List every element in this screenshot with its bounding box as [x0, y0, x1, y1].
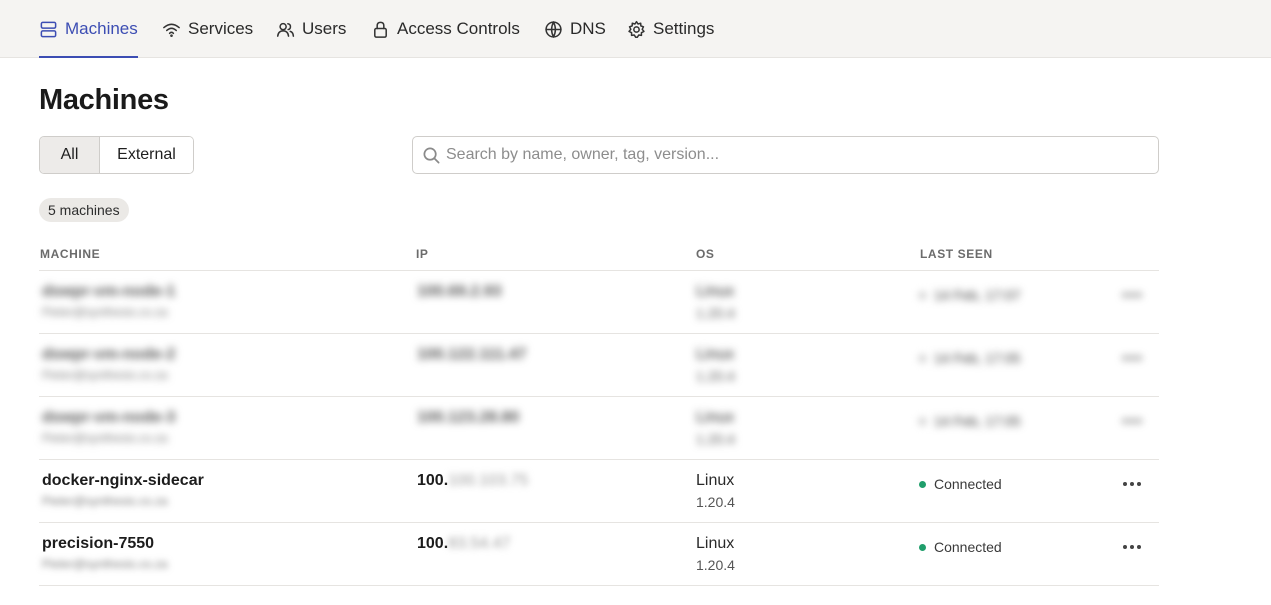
nav-tab-services[interactable]: Services — [162, 0, 253, 58]
table-row[interactable]: docker-nginx-sidecar Pieter@synthesis.co… — [39, 460, 1159, 523]
last-seen-text: 14 Feb, 17:07 — [934, 287, 1021, 303]
last-seen: 14 Feb, 17:07 — [919, 287, 1020, 303]
machine-name[interactable]: precision-7550 — [42, 535, 154, 553]
machine-owner: Pieter@synthesis.co.za — [42, 557, 168, 571]
ellipsis-icon — [1123, 293, 1127, 297]
machine-owner: Pieter@synthesis.co.za — [42, 494, 168, 508]
search-input[interactable] — [446, 146, 1126, 164]
machine-filter: All External — [39, 136, 194, 174]
machine-name[interactable]: dswpr-vm-node-2 — [42, 346, 175, 364]
status-dot — [919, 543, 926, 551]
last-seen-text: 14 Feb, 17:05 — [934, 413, 1021, 429]
machine-name[interactable]: dswpr-vm-node-1 — [42, 283, 175, 301]
nav-tab-label: DNS — [570, 19, 606, 38]
status-dot — [919, 354, 926, 362]
filter-all-button[interactable]: All — [40, 137, 100, 173]
ip-masked: 83.54.47 — [448, 535, 511, 552]
ellipsis-icon — [1123, 482, 1127, 486]
machine-version: 1.20.4 — [696, 431, 735, 447]
nav-tab-users[interactable]: Users — [276, 0, 346, 58]
top-navigation: Machines Services Users Access Controls … — [0, 0, 1271, 58]
row-menu-button[interactable] — [1119, 285, 1145, 305]
status-dot — [919, 417, 926, 425]
wifi-icon — [163, 23, 180, 37]
column-header-last-seen[interactable]: LAST SEEN — [920, 247, 993, 261]
ip-masked: 100.103.75 — [448, 472, 529, 489]
server-icon — [40, 21, 57, 37]
nav-tab-settings[interactable]: Settings — [627, 0, 714, 58]
filter-external-button[interactable]: External — [100, 137, 193, 173]
nav-tab-label: Machines — [65, 19, 138, 38]
machine-os: Linux — [696, 409, 735, 426]
ellipsis-icon — [1123, 356, 1127, 360]
status-dot — [919, 291, 926, 299]
ip-visible: 100. — [417, 472, 449, 489]
nav-tab-access-controls[interactable]: Access Controls — [371, 0, 520, 58]
users-icon — [276, 22, 295, 37]
machine-ip: 100.83.54.47 — [417, 535, 510, 553]
machine-name[interactable]: docker-nginx-sidecar — [42, 472, 204, 490]
machine-os: Linux — [696, 346, 735, 363]
machine-owner: Pieter@synthesis.co.za — [42, 431, 168, 445]
machine-version: 1.20.4 — [696, 368, 735, 384]
machine-ip: 100.122.111.47 — [417, 346, 527, 363]
machine-os: Linux — [696, 472, 735, 489]
ellipsis-icon — [1123, 419, 1127, 423]
last-seen: 14 Feb, 17:05 — [919, 413, 1020, 429]
status-text: Connected — [934, 476, 1002, 492]
search-icon — [423, 147, 440, 163]
status-dot — [919, 480, 926, 488]
machine-owner: Pieter@synthesis.co.za — [42, 305, 168, 319]
nav-tab-label: Users — [302, 19, 347, 38]
search-box[interactable] — [412, 136, 1159, 174]
last-seen: 14 Feb, 17:05 — [919, 350, 1020, 366]
nav-tab-dns[interactable]: DNS — [544, 0, 606, 58]
column-header-ip[interactable]: IP — [416, 247, 429, 261]
machine-os: Linux — [696, 535, 735, 552]
column-header-machine[interactable]: MACHINE — [40, 247, 100, 261]
machine-owner: Pieter@synthesis.co.za — [42, 368, 168, 382]
row-menu-button[interactable] — [1119, 474, 1145, 494]
machine-os: Linux — [696, 283, 735, 300]
nav-tab-label: Access Controls — [397, 19, 520, 38]
table-row[interactable]: dswpr-vm-node-3 Pieter@synthesis.co.za 1… — [39, 397, 1159, 460]
table-row[interactable]: dswpr-vm-node-2 Pieter@synthesis.co.za 1… — [39, 334, 1159, 397]
page-title: Machines — [39, 84, 169, 116]
row-menu-button[interactable] — [1119, 537, 1145, 557]
machine-name[interactable]: dswpr-vm-node-3 — [42, 409, 175, 427]
table-row[interactable]: precision-7550 Pieter@synthesis.co.za 10… — [39, 523, 1159, 586]
globe-icon — [545, 20, 562, 38]
table-row[interactable]: dswpr-vm-node-1 Pieter@synthesis.co.za 1… — [39, 271, 1159, 334]
ip-visible: 100. — [417, 535, 449, 552]
last-seen-text: 14 Feb, 17:05 — [934, 350, 1021, 366]
machine-version: 1.20.4 — [696, 494, 735, 510]
machine-version: 1.20.4 — [696, 557, 735, 573]
status-text: Connected — [934, 539, 1002, 555]
status-connected: Connected — [919, 539, 1002, 555]
machine-ip: 100.100.103.75 — [417, 472, 528, 490]
machine-ip: 100.69.2.93 — [417, 283, 502, 300]
gear-icon — [628, 20, 645, 38]
column-header-os[interactable]: OS — [696, 247, 715, 261]
nav-tab-machines[interactable]: Machines — [39, 0, 138, 58]
machine-ip: 100.123.28.80 — [417, 409, 520, 426]
ellipsis-icon — [1123, 545, 1127, 549]
row-menu-button[interactable] — [1119, 348, 1145, 368]
lock-icon — [374, 21, 387, 38]
status-connected: Connected — [919, 476, 1002, 492]
nav-tab-label: Settings — [653, 19, 715, 38]
nav-tab-label: Services — [188, 19, 254, 38]
machine-version: 1.20.4 — [696, 305, 735, 321]
row-menu-button[interactable] — [1119, 411, 1145, 431]
machine-count-badge: 5 machines — [39, 198, 129, 222]
